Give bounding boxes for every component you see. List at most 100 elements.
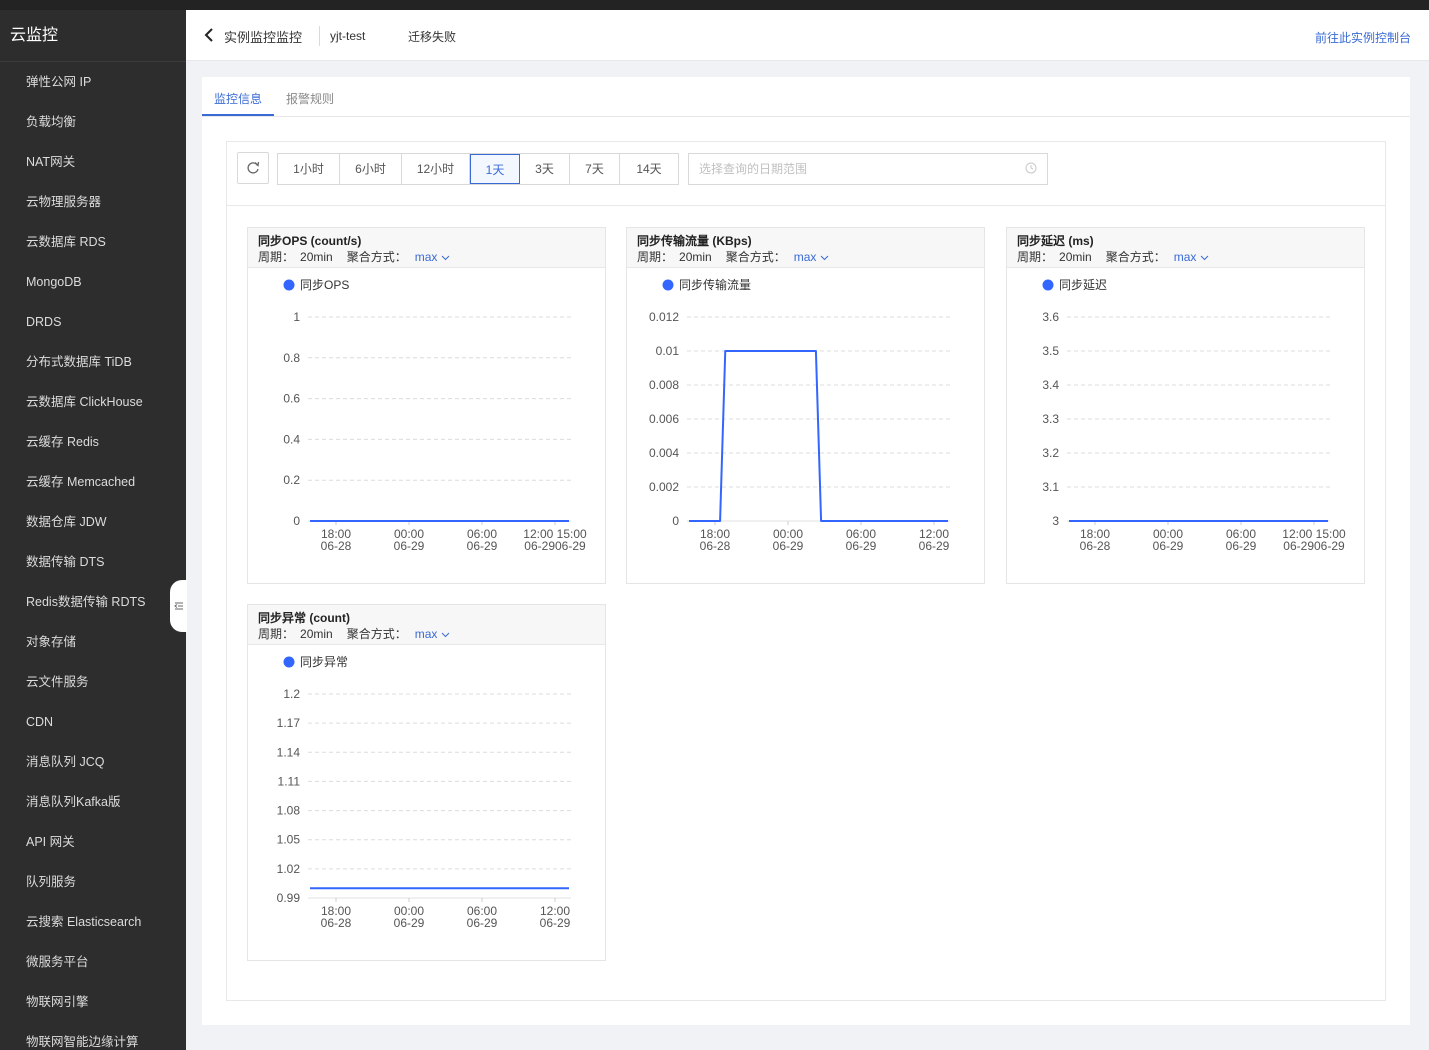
period-label: 周期：	[1017, 250, 1054, 264]
y-tick-label: 1.05	[277, 833, 301, 847]
chart-title: 同步传输流量 (KBps)	[637, 234, 752, 248]
sidebar-item[interactable]: 消息队列 JCQ	[0, 742, 186, 782]
time-range-button[interactable]: 6小时	[340, 154, 402, 184]
sidebar-item[interactable]: 云数据库 ClickHouse	[0, 382, 186, 422]
chart-plot: 同步传输流量0.0120.010.0080.0060.0040.002018:0…	[649, 277, 950, 553]
sidebar-item[interactable]: MongoDB	[0, 262, 186, 302]
collapse-icon	[173, 602, 183, 610]
chart-meta: 周期： 20min 聚合方式： max	[258, 625, 450, 642]
legend-label: 同步传输流量	[679, 277, 751, 292]
sidebar-item[interactable]: 队列服务	[0, 862, 186, 902]
x-tick-date: 06-29	[467, 539, 498, 553]
sidebar-item[interactable]: DRDS	[0, 302, 186, 342]
legend-marker	[1042, 279, 1054, 291]
y-tick-label: 0.99	[277, 891, 301, 905]
chart-title: 同步OPS (count/s)	[258, 234, 362, 248]
tab-monitor-info[interactable]: 监控信息	[214, 90, 262, 107]
sidebar-item[interactable]: 云搜索 Elasticsearch	[0, 902, 186, 942]
sidebar-item[interactable]: 数据仓库 JDW	[0, 502, 186, 542]
chart-title: 同步延迟 (ms)	[1017, 234, 1094, 248]
sidebar-item[interactable]: 物联网智能边缘计算	[0, 1022, 186, 1050]
sidebar-item[interactable]: 云缓存 Memcached	[0, 462, 186, 502]
instance-status: 迁移失败	[408, 30, 457, 44]
tab-alarm-rules[interactable]: 报警规则	[286, 90, 334, 107]
series-line	[689, 350, 948, 522]
time-range-button[interactable]: 12小时	[402, 154, 470, 184]
sidebar-item[interactable]: 负载均衡	[0, 102, 186, 142]
time-range-button[interactable]: 1小时	[278, 154, 340, 184]
sidebar-item[interactable]: 物联网引擎	[0, 982, 186, 1022]
monitor-content: 1小时6小时12小时1天3天7天14天 同步OPS (count/s) 周期： 20…	[226, 141, 1386, 1001]
top-strip	[0, 0, 1429, 10]
chart-meta: 周期： 20min 聚合方式： max	[1017, 248, 1209, 265]
y-tick-label: 0.004	[649, 446, 679, 460]
chart-panel: 同步OPS (count/s) 周期： 20min 聚合方式： max 同步OPS 1 0.8…	[247, 227, 606, 584]
refresh-button[interactable]	[237, 152, 269, 184]
clock-icon	[1025, 162, 1037, 174]
sidebar-item[interactable]: 云缓存 Redis	[0, 422, 186, 462]
sidebar-item[interactable]: NAT网关	[0, 142, 186, 182]
sidebar-item[interactable]: API 网关	[0, 822, 186, 862]
time-range-button[interactable]: 3天	[520, 154, 570, 184]
chevron-down-icon[interactable]	[441, 632, 450, 638]
chart-plot: 同步延迟3.63.53.43.33.23.1318:0006-2800:0006…	[1042, 278, 1346, 553]
sidebar-collapse-button[interactable]	[170, 580, 187, 632]
chart-header: 同步传输流量 (KBps) 周期： 20min 聚合方式： max	[627, 228, 984, 268]
y-tick-label: 0	[293, 514, 300, 528]
agg-method-select[interactable]: max	[1174, 250, 1197, 264]
y-tick-label: 3.6	[1042, 310, 1059, 324]
x-tick-date: 06-29	[1153, 539, 1184, 553]
agg-label: 聚合方式：	[346, 627, 407, 641]
y-tick-label: 3.2	[1042, 446, 1059, 460]
period-label: 周期：	[258, 250, 295, 264]
chart-panel: 同步异常 (count) 周期： 20min 聚合方式： max 同步异常 1.2 1.17 1…	[247, 604, 606, 961]
x-tick-date: 06-28	[700, 539, 731, 553]
agg-method-select[interactable]: max	[415, 250, 438, 264]
time-range-button[interactable]: 7天	[570, 154, 620, 184]
period-label: 周期：	[258, 627, 295, 641]
sidebar-item[interactable]: Redis数据传输 RDTS	[0, 582, 186, 622]
x-tick-date: 06-29	[919, 539, 950, 553]
sidebar-item[interactable]: 云物理服务器	[0, 182, 186, 222]
time-range-button[interactable]: 14天	[620, 154, 678, 184]
sidebar-item[interactable]: CDN	[0, 702, 186, 742]
x-tick-date: 06-29	[394, 916, 425, 930]
chevron-down-icon[interactable]	[441, 255, 450, 261]
sidebar-item[interactable]: 微服务平台	[0, 942, 186, 982]
goto-console-link[interactable]: 前往此实例控制台	[1315, 29, 1411, 46]
sidebar-item[interactable]: 云数据库 RDS	[0, 222, 186, 262]
y-tick-label: 3.1	[1042, 480, 1059, 494]
legend-marker	[283, 279, 295, 291]
x-tick-date: 06-28	[1080, 539, 1111, 553]
y-tick-label: 1.14	[277, 745, 301, 759]
x-tick-date: 06-29	[1226, 539, 1257, 553]
legend-label: 同步OPS	[300, 278, 349, 292]
y-tick-label: 0.008	[649, 378, 679, 392]
sidebar-item[interactable]: 数据传输 DTS	[0, 542, 186, 582]
chevron-down-icon[interactable]	[820, 255, 829, 261]
sidebar-item[interactable]: 云文件服务	[0, 662, 186, 702]
sidebar-item[interactable]: 分布式数据库 TiDB	[0, 342, 186, 382]
chart-title: 同步异常 (count)	[258, 611, 350, 625]
sidebar-item[interactable]: 消息队列Kafka版	[0, 782, 186, 822]
y-tick-label: 3.5	[1042, 344, 1059, 358]
y-tick-label: 1.11	[278, 774, 301, 788]
sidebar-item[interactable]: 对象存储	[0, 622, 186, 662]
y-tick-label: 0.4	[283, 432, 300, 446]
chevron-down-icon[interactable]	[1200, 255, 1209, 261]
chart-meta: 周期： 20min 聚合方式： max	[258, 248, 450, 265]
y-tick-label: 1.02	[277, 862, 301, 876]
agg-method-select[interactable]: max	[415, 627, 438, 641]
sidebar-menu: 弹性公网 IP 负载均衡 NAT网关 云物理服务器 云数据库 RDS MongoDB DRD…	[0, 62, 186, 1050]
time-range-button[interactable]: 1天	[470, 154, 520, 184]
date-range-input[interactable]	[688, 153, 1048, 185]
sidebar: 云监控 弹性公网 IP 负载均衡 NAT网关 云物理服务器 云数据库 RDS MongoD…	[0, 10, 186, 1050]
agg-method-select[interactable]: max	[794, 250, 817, 264]
legend-label: 同步异常	[300, 655, 348, 669]
y-tick-label: 0	[672, 514, 679, 528]
back-arrow-icon[interactable]	[202, 27, 216, 43]
y-tick-label: 0.002	[649, 480, 679, 494]
sidebar-item[interactable]: 弹性公网 IP	[0, 62, 186, 102]
x-tick-date: 06-29	[846, 539, 877, 553]
legend-label: 同步延迟	[1059, 278, 1107, 292]
